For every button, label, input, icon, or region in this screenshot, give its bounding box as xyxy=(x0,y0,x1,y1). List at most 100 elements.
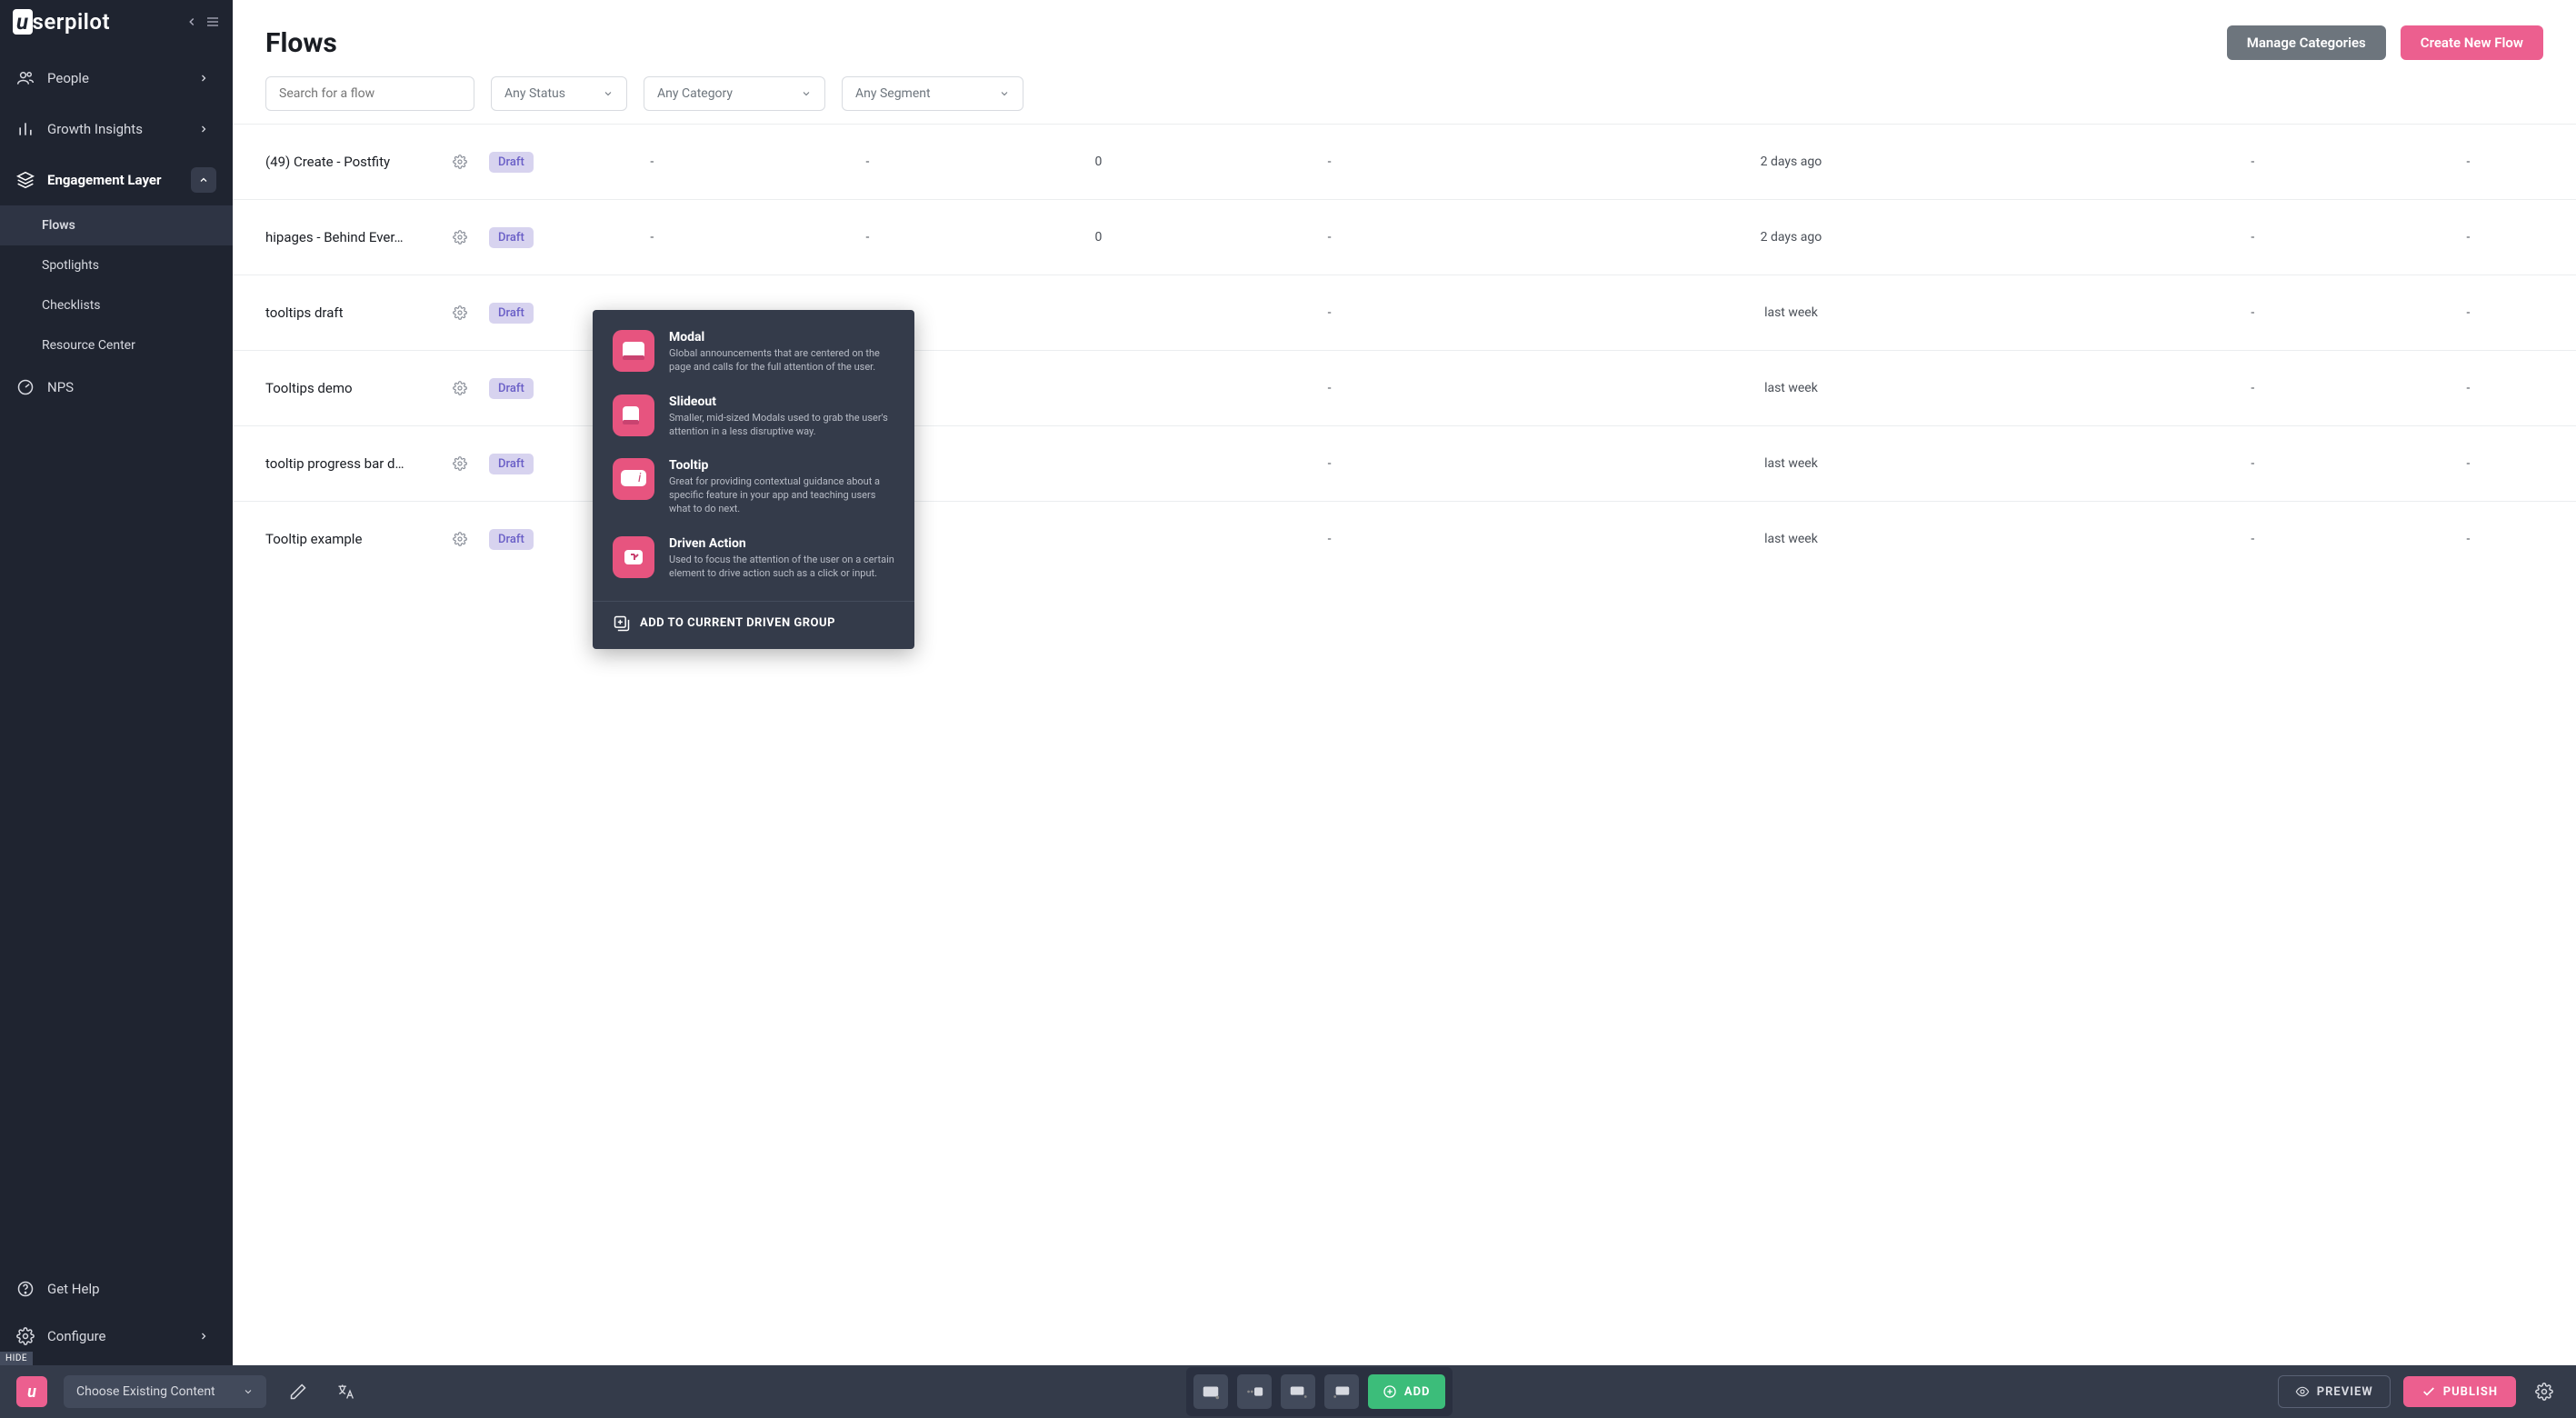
cell xyxy=(975,502,1222,577)
status-cell: Draft xyxy=(478,125,544,200)
step-driven-button[interactable] xyxy=(1324,1374,1359,1409)
popover-option-modal[interactable]: Modal Global announcements that are cent… xyxy=(613,330,894,374)
cell: - xyxy=(2145,426,2361,502)
popover-footer-add[interactable]: ADD TO CURRENT DRIVEN GROUP xyxy=(593,601,914,638)
table-row[interactable]: Tooltips demo Draft - - last week - - xyxy=(233,351,2576,426)
add-step-popover: Modal Global announcements that are cent… xyxy=(593,310,914,649)
row-settings-button[interactable] xyxy=(442,200,478,275)
sidebar-item-configure[interactable]: Configure xyxy=(0,1311,233,1362)
table-row[interactable]: Tooltip example Draft - - last week - - xyxy=(233,502,2576,577)
table-row[interactable]: (49) Create - Postfity Draft - - 0 - 2 d… xyxy=(233,125,2576,200)
bottom-toolbar: u Choose Existing Content ADD PREVIEW xyxy=(0,1365,2576,1418)
dropdown-label: Any Status xyxy=(504,86,565,101)
cell: last week xyxy=(1437,502,2145,577)
row-settings-button[interactable] xyxy=(442,502,478,577)
modal-icon xyxy=(613,330,654,372)
chevron-right-icon xyxy=(191,1323,216,1349)
gear-icon xyxy=(16,1327,35,1345)
create-flow-button[interactable]: Create New Flow xyxy=(2401,25,2543,60)
search-input-wrap[interactable] xyxy=(265,76,474,111)
menu-icon[interactable] xyxy=(205,15,220,29)
nav: People Growth Insights Engagement Layer … xyxy=(0,44,233,1267)
tooltip-icon: i xyxy=(613,458,654,500)
segment-dropdown[interactable]: Any Segment xyxy=(842,76,1023,111)
cell xyxy=(975,275,1222,351)
table-row[interactable]: tooltips draft Draft - - last week - - xyxy=(233,275,2576,351)
main-content: Flows Manage Categories Create New Flow … xyxy=(233,0,2576,1365)
row-settings-button[interactable] xyxy=(442,125,478,200)
manage-categories-button[interactable]: Manage Categories xyxy=(2227,25,2386,60)
center-toolstrip: ADD xyxy=(1186,1367,1453,1416)
category-dropdown[interactable]: Any Category xyxy=(644,76,825,111)
popover-desc: Great for providing contextual guidance … xyxy=(669,475,894,516)
row-settings-button[interactable] xyxy=(442,426,478,502)
cell: - xyxy=(1222,200,1437,275)
table-row[interactable]: hipages - Behind Ever… Draft - - 0 - 2 d… xyxy=(233,200,2576,275)
cell: last week xyxy=(1437,351,2145,426)
users-icon xyxy=(16,69,35,87)
flows-table: (49) Create - Postfity Draft - - 0 - 2 d… xyxy=(233,124,2576,576)
sidebar-item-label: Engagement Layer xyxy=(47,172,162,188)
app-badge[interactable]: u xyxy=(16,1376,47,1407)
translate-button[interactable] xyxy=(330,1376,361,1407)
cell: - xyxy=(2145,200,2361,275)
status-cell: Draft xyxy=(478,426,544,502)
sidebar-item-label: Checklists xyxy=(42,298,101,313)
step-slideout-button[interactable] xyxy=(1237,1374,1272,1409)
content-dropdown[interactable]: Choose Existing Content xyxy=(64,1375,266,1408)
sidebar-item-label: Flows xyxy=(42,218,75,233)
step-modal-button[interactable] xyxy=(1193,1374,1228,1409)
row-settings-button[interactable] xyxy=(442,275,478,351)
popover-title: Modal xyxy=(669,330,894,345)
step-tooltip-button[interactable] xyxy=(1281,1374,1315,1409)
sidebar-item-help[interactable]: Get Help xyxy=(0,1267,233,1311)
cell: - xyxy=(2361,275,2576,351)
logo-row: userpilot xyxy=(0,0,233,44)
dropdown-label: Any Category xyxy=(657,86,733,101)
cell: - xyxy=(2361,502,2576,577)
sidebar-item-label: People xyxy=(47,70,89,86)
sidebar-item-label: Configure xyxy=(47,1328,106,1344)
sidebar-item-flows[interactable]: Flows xyxy=(0,205,233,245)
table-row[interactable]: tooltip progress bar d… Draft - - last w… xyxy=(233,426,2576,502)
flow-name: Tooltips demo xyxy=(233,351,442,426)
popover-text: Slideout Smaller, mid-sized Modals used … xyxy=(669,394,894,439)
cell: 2 days ago xyxy=(1437,125,2145,200)
preview-button[interactable]: PREVIEW xyxy=(2278,1375,2391,1408)
sidebar-bottom: Get Help Configure xyxy=(0,1267,233,1365)
row-settings-button[interactable] xyxy=(442,351,478,426)
sidebar-item-label: Get Help xyxy=(47,1281,100,1297)
sidebar-item-checklists[interactable]: Checklists xyxy=(0,285,233,325)
sidebar-item-resource-center[interactable]: Resource Center xyxy=(0,325,233,365)
publish-label: PUBLISH xyxy=(2443,1385,2498,1399)
sidebar-item-engagement[interactable]: Engagement Layer xyxy=(0,155,233,205)
chevron-right-icon xyxy=(191,116,216,142)
flow-name: hipages - Behind Ever… xyxy=(233,200,442,275)
chevron-down-icon xyxy=(243,1386,254,1397)
settings-button[interactable] xyxy=(2529,1376,2560,1407)
chevron-down-icon xyxy=(603,88,614,99)
popover-option-slideout[interactable]: Slideout Smaller, mid-sized Modals used … xyxy=(613,394,894,439)
cell: - xyxy=(760,125,975,200)
status-dropdown[interactable]: Any Status xyxy=(491,76,627,111)
sidebar-item-people[interactable]: People xyxy=(0,53,233,104)
status-cell: Draft xyxy=(478,275,544,351)
collapse-icon[interactable] xyxy=(185,15,198,28)
sidebar-item-growth[interactable]: Growth Insights xyxy=(0,104,233,155)
sidebar-item-nps[interactable]: NPS xyxy=(0,365,233,409)
sidebar-item-spotlights[interactable]: Spotlights xyxy=(0,245,233,285)
cell: - xyxy=(760,200,975,275)
popover-option-tooltip[interactable]: i Tooltip Great for providing contextual… xyxy=(613,458,894,516)
add-step-button[interactable]: ADD xyxy=(1368,1374,1445,1409)
hide-sidebar-button[interactable]: HIDE xyxy=(0,1352,33,1365)
cell: - xyxy=(1222,351,1437,426)
sidebar-item-label: NPS xyxy=(47,379,74,395)
search-input[interactable] xyxy=(279,86,461,101)
popover-option-driven-action[interactable]: Driven Action Used to focus the attentio… xyxy=(613,536,894,581)
publish-button[interactable]: PUBLISH xyxy=(2403,1376,2516,1407)
chevron-up-icon xyxy=(191,167,216,193)
cell: - xyxy=(1222,502,1437,577)
status-badge: Draft xyxy=(489,227,534,248)
sidebar-item-label: Spotlights xyxy=(42,258,99,273)
edit-button[interactable] xyxy=(283,1376,314,1407)
